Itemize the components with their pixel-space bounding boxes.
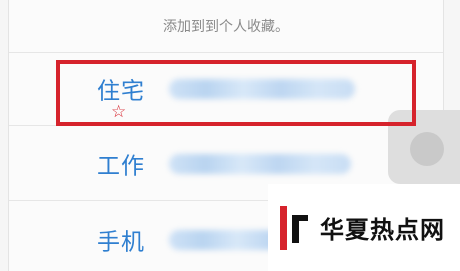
sheet-header: 添加到到个人收藏。 xyxy=(9,0,443,53)
star-icon: ☆ xyxy=(111,102,127,122)
watermark: 华夏热点网 xyxy=(268,184,460,271)
blurred-value xyxy=(169,154,351,174)
watermark-logo-icon xyxy=(280,205,308,250)
highlight-box xyxy=(56,60,416,126)
watermark-text: 华夏热点网 xyxy=(320,216,445,244)
row-label-work: 工作 xyxy=(97,153,145,180)
screen: 添加到到个人收藏。 住宅 工作 手机 ☆ 华夏热点网 xyxy=(0,0,460,271)
row-label-mobile: 手机 xyxy=(97,228,145,255)
assistive-touch-icon xyxy=(410,132,444,166)
